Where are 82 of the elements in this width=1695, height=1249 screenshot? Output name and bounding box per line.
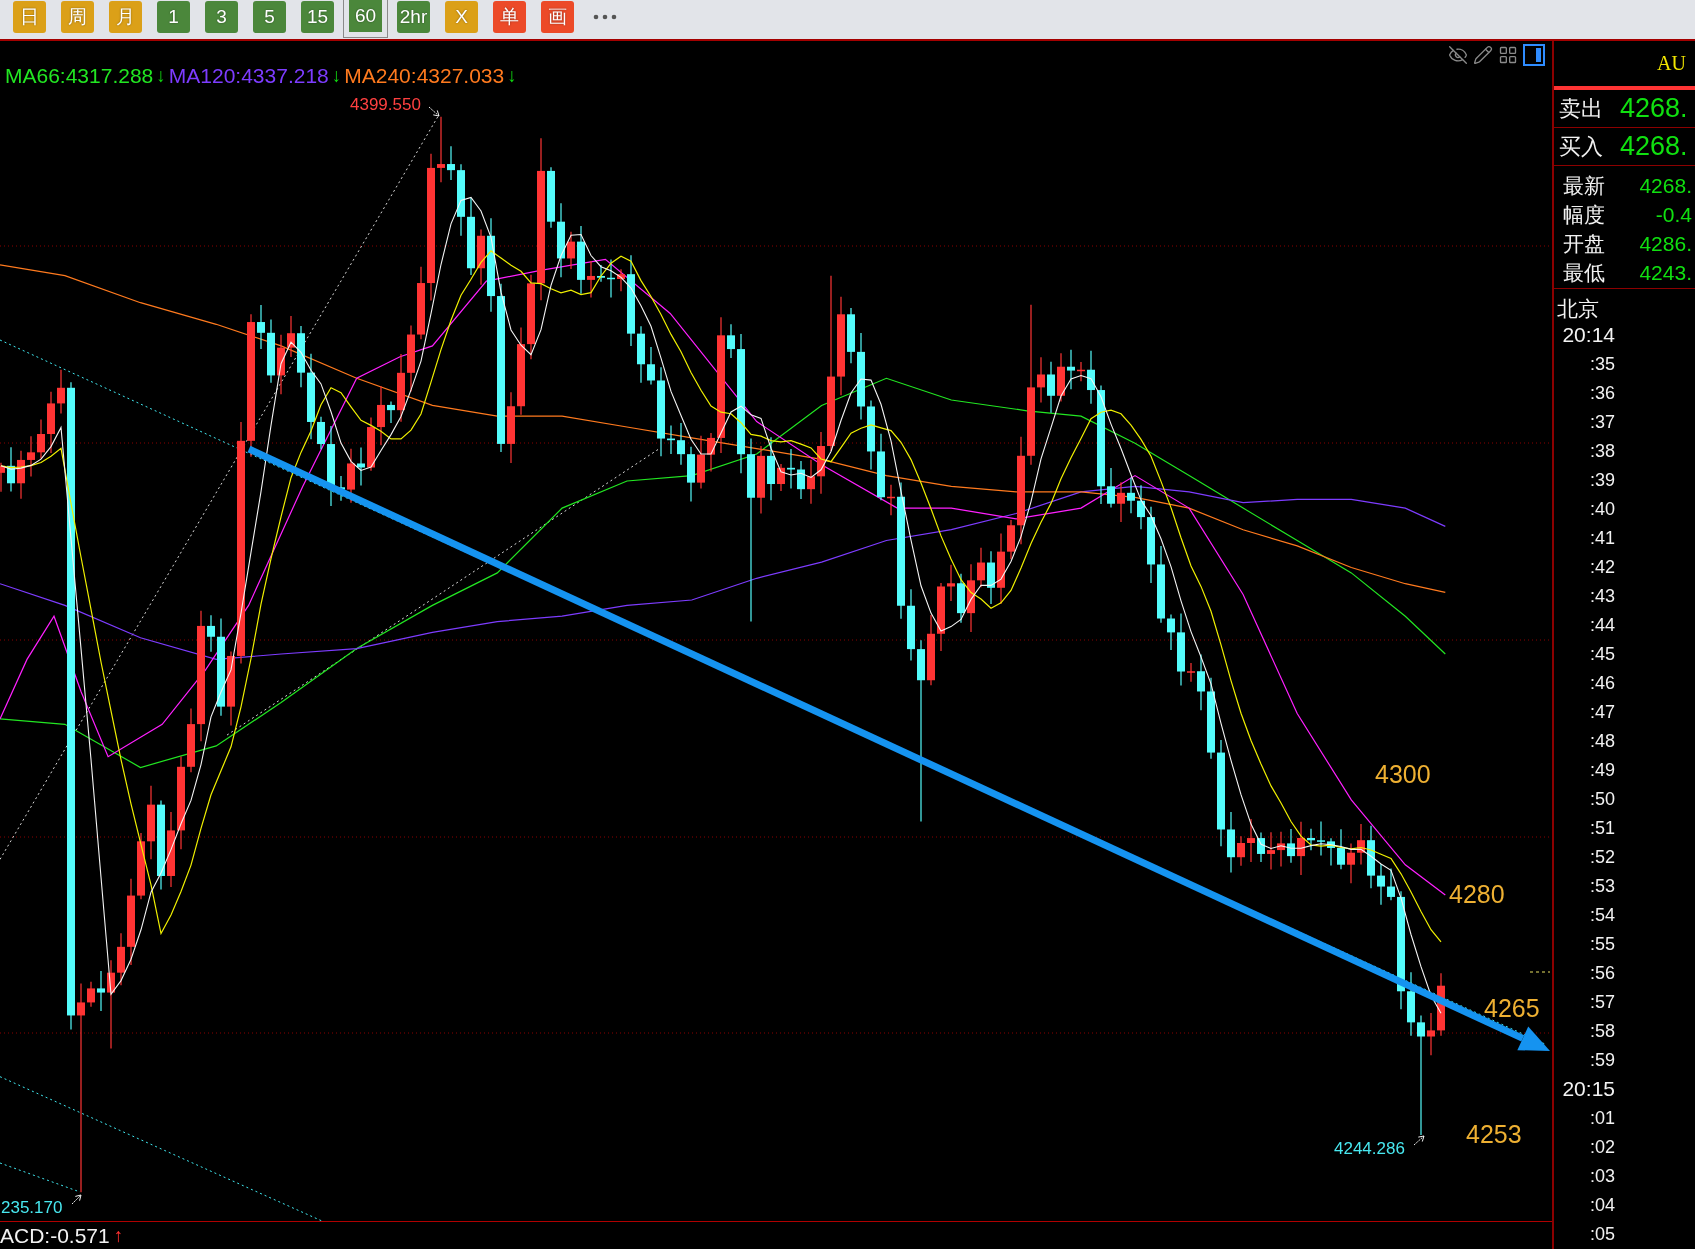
price-note: 4280 — [1449, 880, 1505, 909]
time-label: :48 — [1589, 730, 1615, 752]
time-label: 20:14 — [1562, 324, 1615, 346]
time-label: :52 — [1589, 846, 1615, 868]
time-label: :04 — [1589, 1194, 1615, 1216]
toolbar-button[interactable]: 3 — [205, 1, 238, 33]
timezone-label: 北京 — [1556, 296, 1600, 322]
trend-arrow-sign: ↓ — [156, 64, 166, 88]
indicator-value: ACD:-0.571 — [0, 1223, 110, 1248]
toolbar-button[interactable]: 5 — [253, 1, 286, 33]
time-label: :53 — [1589, 875, 1615, 897]
stat-value: 4268. — [1639, 173, 1693, 198]
order-price: 4268. — [1620, 93, 1688, 124]
time-label: :58 — [1589, 1020, 1615, 1042]
ma-legend-label: MA66:4317.288 — [5, 64, 154, 88]
toolbar-button[interactable]: X — [445, 1, 478, 33]
toolbar-button[interactable]: 2hr — [397, 1, 430, 33]
trend-arrow-sign: ↓ — [331, 64, 342, 88]
more-icon[interactable] — [593, 14, 617, 20]
order-price: 4268. — [1620, 131, 1688, 162]
time-label: :57 — [1589, 991, 1615, 1013]
price-note: 4253 — [1466, 1120, 1522, 1149]
low-price-label: 235.170 — [1, 1198, 63, 1218]
low-price-label: 4244.286 — [1334, 1139, 1405, 1159]
time-label: :05 — [1589, 1223, 1615, 1245]
trend-arrow-sign: ↑ — [113, 1224, 124, 1247]
stat-label: 幅度 — [1563, 201, 1605, 229]
toolbar-button[interactable]: 60 — [343, 0, 388, 38]
time-label: :54 — [1589, 904, 1615, 926]
pointer-arrow — [71, 1194, 82, 1205]
stat-label: 开盘 — [1563, 230, 1605, 258]
time-label: :44 — [1589, 614, 1615, 636]
time-label: :50 — [1589, 788, 1615, 810]
toolbar-button[interactable]: 1 — [157, 1, 190, 33]
time-label: :41 — [1589, 527, 1615, 549]
time-label: :38 — [1589, 440, 1615, 462]
time-label: :03 — [1589, 1165, 1615, 1187]
panel-toggle-icon[interactable] — [1523, 44, 1545, 66]
stat-value: 4286. — [1639, 231, 1693, 256]
time-label: :37 — [1589, 411, 1615, 433]
time-label: :51 — [1589, 817, 1615, 839]
toolbar-button[interactable]: 月 — [109, 1, 142, 33]
stat-label: 最低 — [1563, 259, 1605, 287]
time-label: 20:15 — [1562, 1078, 1615, 1100]
price-note: 4300 — [1375, 760, 1431, 789]
time-label: :02 — [1589, 1136, 1615, 1158]
symbol-label: AU — [1657, 52, 1686, 75]
stat-value: -0.4 — [1655, 202, 1693, 227]
time-label: :56 — [1589, 962, 1615, 984]
toolbar-button[interactable]: 日 — [13, 1, 46, 33]
ma-legend-label: MA120:4337.218 — [168, 64, 329, 88]
order-label: 卖出 — [1559, 94, 1603, 123]
time-label: :01 — [1589, 1107, 1615, 1129]
price-level-marker — [1529, 971, 1551, 973]
toolbar-button[interactable]: 15 — [301, 1, 334, 33]
order-label: 买入 — [1559, 132, 1603, 161]
time-label: :43 — [1589, 585, 1615, 607]
ma-legend-label: MA240:4327.033 — [344, 64, 505, 88]
time-label: :36 — [1589, 382, 1615, 404]
toolbar-button[interactable]: 单 — [493, 1, 526, 33]
time-label: :59 — [1589, 1049, 1615, 1071]
pointer-arrow — [1413, 1135, 1425, 1146]
hide-icon[interactable] — [1448, 45, 1468, 65]
time-label: :55 — [1589, 933, 1615, 955]
time-label: :40 — [1589, 498, 1615, 520]
trend-arrow-sign: ↓ — [507, 64, 517, 88]
stat-value: 4243. — [1639, 260, 1693, 285]
pencil-icon[interactable] — [1473, 45, 1493, 65]
high-price-label: 4399.550 — [350, 95, 421, 115]
time-label: :35 — [1589, 353, 1615, 375]
time-label: :39 — [1589, 469, 1615, 491]
time-label: :47 — [1589, 701, 1615, 723]
toolbar-button[interactable]: 周 — [61, 1, 94, 33]
grid-icon[interactable] — [1498, 45, 1518, 65]
time-label: :42 — [1589, 556, 1615, 578]
price-note: 4265 — [1484, 994, 1540, 1023]
time-label: :49 — [1589, 759, 1615, 781]
time-label: :45 — [1589, 643, 1615, 665]
pointer-arrow — [428, 106, 440, 117]
stat-label: 最新 — [1563, 172, 1605, 200]
toolbar-button[interactable]: 画 — [541, 1, 574, 33]
time-label: :46 — [1589, 672, 1615, 694]
